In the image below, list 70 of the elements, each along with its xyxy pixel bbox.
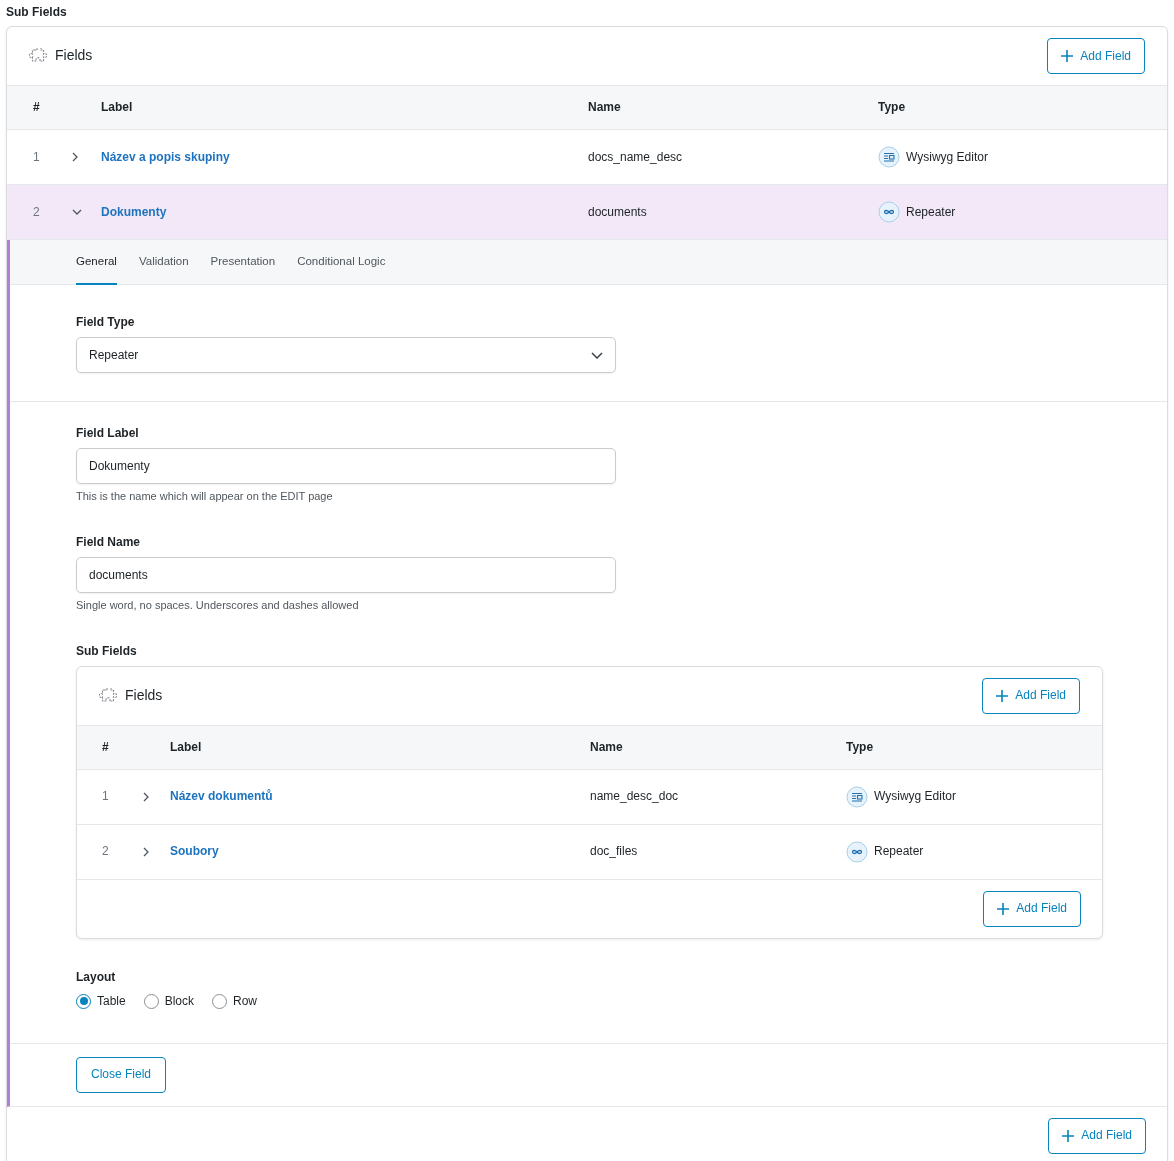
column-header: # [33, 100, 41, 115]
field-label: Field Label [76, 426, 140, 441]
text-field[interactable]: Dokumenty [76, 448, 616, 484]
card-title: Fields [125, 686, 163, 705]
field-label: Field Type [76, 315, 136, 330]
field-row[interactable]: 1 Název dokumentů name_desc_doc Wysiwyg Editor [77, 769, 1102, 825]
field-label-link[interactable]: Soubory [170, 844, 219, 858]
radio-label: Row [233, 993, 258, 1009]
radio-button[interactable] [143, 993, 159, 1009]
field-label-link[interactable]: Dokumenty [101, 204, 167, 219]
puzzle-icon [29, 48, 47, 64]
chevron-right-icon [72, 152, 78, 163]
field-type: Repeater [874, 844, 924, 859]
field-name: docs_name_desc [588, 149, 684, 165]
settings-tab[interactable]: Validation [138, 240, 189, 285]
field-label-link[interactable]: Název a popis skupiny [101, 149, 230, 164]
settings-tab[interactable]: Conditional Logic [297, 240, 386, 285]
plus-icon [1061, 50, 1074, 62]
infinity-icon [878, 201, 900, 223]
radio-label: Table [97, 993, 126, 1009]
field-label-link[interactable]: Název dokumentů [170, 789, 273, 803]
column-header: Name [590, 739, 624, 755]
row-number: 2 [33, 204, 41, 220]
close-field-button[interactable]: Close Field [76, 1056, 167, 1093]
chevron-down-icon [591, 351, 603, 359]
field-row[interactable]: 2 Soubory doc_files Repeater [77, 824, 1102, 880]
editor-icon [878, 146, 900, 168]
plus-icon [1062, 1129, 1075, 1142]
text-field[interactable]: documents [76, 556, 616, 593]
help-text: Single word, no spaces. Underscores and dashes allowed [76, 598, 360, 613]
field-name: documents [588, 204, 648, 220]
row-number: 1 [102, 789, 110, 804]
chevron-right-icon [143, 791, 149, 802]
column-header: Label [170, 739, 203, 755]
row-number: 1 [33, 149, 41, 165]
help-text: This is the name which will appear on the EDIT page [76, 490, 334, 504]
radio-button[interactable] [212, 993, 228, 1009]
column-header: # [102, 739, 110, 755]
infinity-icon [846, 840, 868, 863]
row-number: 2 [102, 844, 110, 859]
column-header: Name [588, 100, 622, 115]
radio-label: Block [164, 993, 195, 1009]
column-header: Type [878, 100, 907, 115]
field-label: Field Name [76, 534, 142, 550]
card-title: Fields [55, 47, 93, 65]
puzzle-icon [99, 687, 117, 704]
chevron-right-icon [143, 846, 149, 857]
add-field-button[interactable]: Add Field [983, 890, 1081, 927]
field-type: Wysiwyg Editor [874, 789, 956, 804]
field-type: Wysiwyg Editor [906, 149, 988, 165]
section-label: Sub Fields [6, 4, 68, 21]
column-header: Type [846, 739, 875, 755]
plus-icon [996, 689, 1009, 702]
field-label: Layout [76, 969, 117, 985]
column-header: Label [101, 100, 134, 115]
add-field-button[interactable]: Add Field [1048, 1117, 1146, 1154]
field-type: Repeater [906, 204, 956, 220]
settings-tab[interactable]: General [76, 240, 117, 285]
settings-tab[interactable]: Presentation [210, 240, 276, 285]
field-type-dropdown[interactable]: Repeater [76, 337, 616, 373]
field-name: name_desc_doc [590, 789, 680, 804]
chevron-down-icon [72, 209, 82, 216]
radio-button[interactable] [76, 993, 91, 1009]
field-row[interactable]: 2 Dokumenty documents Repeater [7, 185, 1167, 240]
add-field-button[interactable]: Add Field [982, 677, 1080, 714]
field-name: doc_files [590, 844, 639, 859]
plus-icon [997, 902, 1010, 915]
field-label: Sub Fields [76, 643, 138, 659]
editor-icon [846, 785, 868, 808]
add-field-button[interactable]: Add Field [1047, 38, 1145, 74]
